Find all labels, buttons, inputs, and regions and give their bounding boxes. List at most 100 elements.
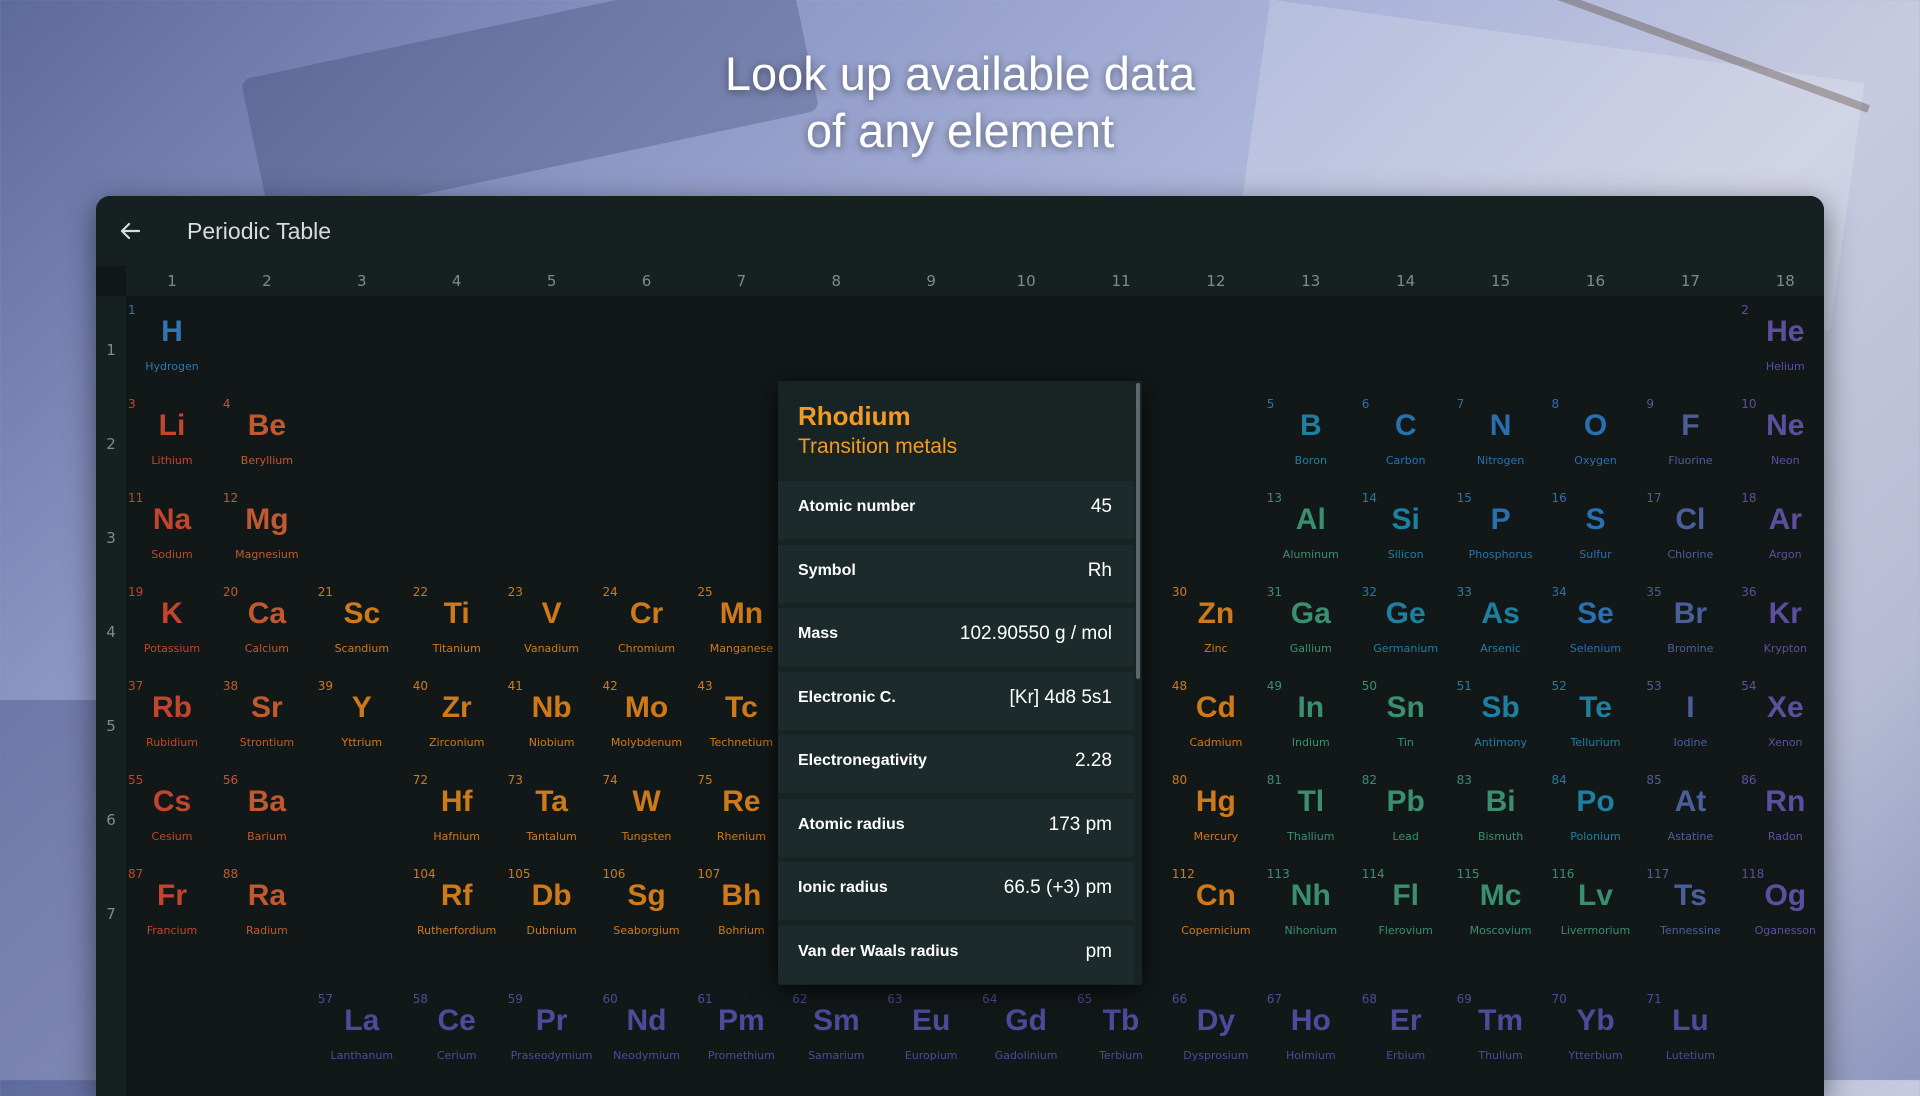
element-tile-sc[interactable]: 21ScScandium bbox=[315, 585, 409, 679]
element-tile-br[interactable]: 35BrBromine bbox=[1643, 585, 1737, 679]
element-tile-ho[interactable]: 67HoHolmium bbox=[1264, 992, 1358, 1086]
element-tile-mo[interactable]: 42MoMolybdenum bbox=[600, 679, 694, 773]
element-tile-at[interactable]: 85AtAstatine bbox=[1643, 773, 1737, 867]
element-tile-er[interactable]: 68ErErbium bbox=[1359, 992, 1453, 1086]
element-tile-la[interactable]: 57LaLanthanum bbox=[315, 992, 409, 1086]
element-tile-fl[interactable]: 114FlFlerovium bbox=[1359, 867, 1453, 961]
period-number: 6 bbox=[96, 811, 126, 829]
element-tile-f[interactable]: 9FFluorine bbox=[1643, 397, 1737, 491]
element-tile-in[interactable]: 49InIndium bbox=[1264, 679, 1358, 773]
element-tile-lv[interactable]: 116LvLivermorium bbox=[1549, 867, 1643, 961]
element-tile-po[interactable]: 84PoPolonium bbox=[1549, 773, 1643, 867]
element-tile-se[interactable]: 34SeSelenium bbox=[1549, 585, 1643, 679]
element-tile-h[interactable]: 1HHydrogen bbox=[125, 303, 219, 397]
element-tile-sb[interactable]: 51SbAntimony bbox=[1454, 679, 1548, 773]
element-tile-c[interactable]: 6CCarbon bbox=[1359, 397, 1453, 491]
element-tile-li[interactable]: 3LiLithium bbox=[125, 397, 219, 491]
element-tile-rb[interactable]: 37RbRubidium bbox=[125, 679, 219, 773]
element-tile-bi[interactable]: 83BiBismuth bbox=[1454, 773, 1548, 867]
element-name-label: Carbon bbox=[1353, 454, 1459, 467]
element-tile-dy[interactable]: 66DyDysprosium bbox=[1169, 992, 1263, 1086]
element-tile-he[interactable]: 2HeHelium bbox=[1738, 303, 1824, 397]
element-tile-pb[interactable]: 82PbLead bbox=[1359, 773, 1453, 867]
element-tile-i[interactable]: 53IIodine bbox=[1643, 679, 1737, 773]
element-tile-o[interactable]: 8OOxygen bbox=[1549, 397, 1643, 491]
element-name-label: Gallium bbox=[1258, 642, 1364, 655]
element-symbol: Er bbox=[1359, 1004, 1453, 1038]
element-tile-mg[interactable]: 12MgMagnesium bbox=[220, 491, 314, 585]
element-tile-db[interactable]: 105DbDubnium bbox=[505, 867, 599, 961]
element-tile-ba[interactable]: 56BaBarium bbox=[220, 773, 314, 867]
element-tile-re[interactable]: 75ReRhenium bbox=[694, 773, 788, 867]
element-tile-fr[interactable]: 87FrFrancium bbox=[125, 867, 219, 961]
element-tile-na[interactable]: 11NaSodium bbox=[125, 491, 219, 585]
element-tile-be[interactable]: 4BeBeryllium bbox=[220, 397, 314, 491]
element-tile-gd[interactable]: 64GdGadolinium bbox=[979, 992, 1073, 1086]
element-symbol: B bbox=[1264, 409, 1358, 443]
background-shadow-shape bbox=[0, 700, 110, 1080]
element-tile-sr[interactable]: 38SrStrontium bbox=[220, 679, 314, 773]
element-tile-pm[interactable]: 61PmPromethium bbox=[694, 992, 788, 1086]
element-tile-og[interactable]: 118OgOganesson bbox=[1738, 867, 1824, 961]
element-tile-cs[interactable]: 55CsCesium bbox=[125, 773, 219, 867]
element-tile-ne[interactable]: 10NeNeon bbox=[1738, 397, 1824, 491]
element-tile-k[interactable]: 19KPotassium bbox=[125, 585, 219, 679]
element-tile-sm[interactable]: 62SmSamarium bbox=[789, 992, 883, 1086]
element-tile-ga[interactable]: 31GaGallium bbox=[1264, 585, 1358, 679]
element-name-label: Titanium bbox=[404, 642, 510, 655]
element-tile-cn[interactable]: 112CnCopernicium bbox=[1169, 867, 1263, 961]
element-symbol: Ar bbox=[1738, 503, 1824, 537]
element-tile-ce[interactable]: 58CeCerium bbox=[410, 992, 504, 1086]
element-tile-nh[interactable]: 113NhNihonium bbox=[1264, 867, 1358, 961]
element-tile-tb[interactable]: 65TbTerbium bbox=[1074, 992, 1168, 1086]
element-symbol: Lv bbox=[1549, 879, 1643, 913]
element-tile-cl[interactable]: 17ClChlorine bbox=[1643, 491, 1737, 585]
element-tile-n[interactable]: 7NNitrogen bbox=[1454, 397, 1548, 491]
back-button[interactable] bbox=[112, 213, 148, 249]
element-tile-sn[interactable]: 50SnTin bbox=[1359, 679, 1453, 773]
element-tile-rn[interactable]: 86RnRadon bbox=[1738, 773, 1824, 867]
element-tile-xe[interactable]: 54XeXenon bbox=[1738, 679, 1824, 773]
element-tile-v[interactable]: 23VVanadium bbox=[505, 585, 599, 679]
element-tile-ti[interactable]: 22TiTitanium bbox=[410, 585, 504, 679]
element-tile-hg[interactable]: 80HgMercury bbox=[1169, 773, 1263, 867]
popup-scrollbar[interactable] bbox=[1136, 383, 1140, 679]
element-tile-lu[interactable]: 71LuLutetium bbox=[1643, 992, 1737, 1086]
element-tile-y[interactable]: 39YYttrium bbox=[315, 679, 409, 773]
element-tile-ge[interactable]: 32GeGermanium bbox=[1359, 585, 1453, 679]
element-tile-ra[interactable]: 88RaRadium bbox=[220, 867, 314, 961]
element-tile-hf[interactable]: 72HfHafnium bbox=[410, 773, 504, 867]
headline-line-2: of any element bbox=[0, 102, 1920, 159]
element-tile-b[interactable]: 5BBoron bbox=[1264, 397, 1358, 491]
element-tile-as[interactable]: 33AsArsenic bbox=[1454, 585, 1548, 679]
element-tile-ta[interactable]: 73TaTantalum bbox=[505, 773, 599, 867]
element-tile-bh[interactable]: 107BhBohrium bbox=[694, 867, 788, 961]
element-tile-ts[interactable]: 117TsTennessine bbox=[1643, 867, 1737, 961]
element-tile-cd[interactable]: 48CdCadmium bbox=[1169, 679, 1263, 773]
element-tile-mc[interactable]: 115McMoscovium bbox=[1454, 867, 1548, 961]
element-tile-eu[interactable]: 63EuEuropium bbox=[884, 992, 978, 1086]
element-tile-s[interactable]: 16SSulfur bbox=[1549, 491, 1643, 585]
element-tile-al[interactable]: 13AlAluminum bbox=[1264, 491, 1358, 585]
element-tile-ca[interactable]: 20CaCalcium bbox=[220, 585, 314, 679]
element-tile-si[interactable]: 14SiSilicon bbox=[1359, 491, 1453, 585]
element-tile-ar[interactable]: 18ArArgon bbox=[1738, 491, 1824, 585]
element-tile-nd[interactable]: 60NdNeodymium bbox=[600, 992, 694, 1086]
element-tile-rf[interactable]: 104RfRutherfordium bbox=[410, 867, 504, 961]
element-tile-tc[interactable]: 43TcTechnetium bbox=[694, 679, 788, 773]
element-details-popup: Rhodium Transition metals Atomic number4… bbox=[778, 381, 1142, 985]
element-tile-tl[interactable]: 81TlThallium bbox=[1264, 773, 1358, 867]
element-tile-tm[interactable]: 69TmThulium bbox=[1454, 992, 1548, 1086]
element-tile-pr[interactable]: 59PrPraseodymium bbox=[505, 992, 599, 1086]
element-tile-mn[interactable]: 25MnManganese bbox=[694, 585, 788, 679]
element-tile-zr[interactable]: 40ZrZirconium bbox=[410, 679, 504, 773]
element-tile-nb[interactable]: 41NbNiobium bbox=[505, 679, 599, 773]
element-tile-cr[interactable]: 24CrChromium bbox=[600, 585, 694, 679]
element-tile-sg[interactable]: 106SgSeaborgium bbox=[600, 867, 694, 961]
element-tile-w[interactable]: 74WTungsten bbox=[600, 773, 694, 867]
element-tile-yb[interactable]: 70YbYtterbium bbox=[1549, 992, 1643, 1086]
element-tile-zn[interactable]: 30ZnZinc bbox=[1169, 585, 1263, 679]
element-tile-te[interactable]: 52TeTellurium bbox=[1549, 679, 1643, 773]
element-tile-kr[interactable]: 36KrKrypton bbox=[1738, 585, 1824, 679]
element-tile-p[interactable]: 15PPhosphorus bbox=[1454, 491, 1548, 585]
